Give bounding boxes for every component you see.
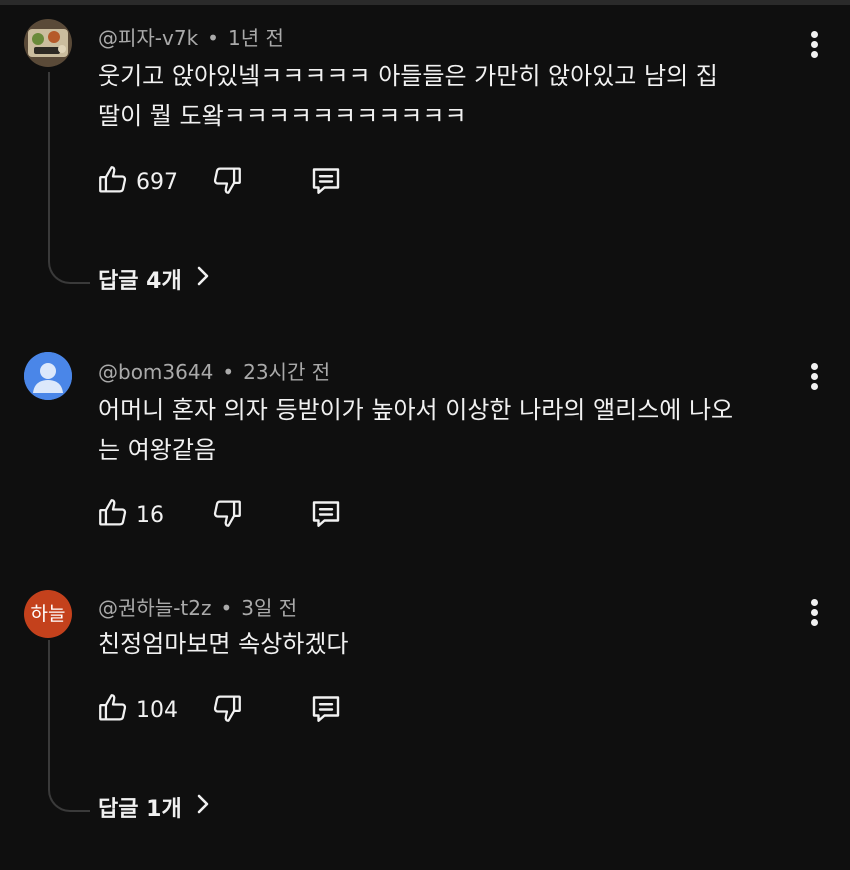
reply-button[interactable] <box>308 162 344 202</box>
more-options-button[interactable] <box>800 22 830 66</box>
dislike-button[interactable] <box>210 495 244 535</box>
more-vert-icon-dot <box>811 373 818 380</box>
comment-text-line: 웃기고 앉아있넼ㅋㅋㅋㅋㅋ 아들들은 가만히 앉아있고 남의 집 <box>98 62 718 90</box>
text-avatar[interactable]: 하늘 <box>24 590 72 638</box>
avatar-text: 하늘 <box>30 603 66 625</box>
chevron-right-icon <box>182 793 210 821</box>
comment-meta: @bom3644 • 23시간 전 <box>98 356 330 385</box>
more-vert-icon-dot <box>811 383 818 390</box>
like-count: 16 <box>136 502 164 528</box>
separator-dot: • <box>220 596 233 620</box>
author-handle[interactable]: @피자-v7k <box>98 26 198 50</box>
timestamp[interactable]: 1년 전 <box>228 26 284 50</box>
more-options-button[interactable] <box>800 590 830 634</box>
comment-text-line: 어머니 혼자 의자 등받이가 높아서 이상한 나라의 앨리스에 나오 <box>98 396 734 424</box>
more-vert-icon-dot <box>811 51 818 58</box>
comment-text-line: 딸이 뭘 도왘ㅋㅋㅋㅋㅋㅋㅋㅋㅋㅋㅋ <box>98 102 467 130</box>
comment-meta: @권하늘-t2z • 3일 전 <box>98 592 297 621</box>
thumbs-down-icon <box>210 691 244 729</box>
separator-dot: • <box>222 360 235 384</box>
thread-line <box>48 72 90 284</box>
reply-button[interactable] <box>308 690 344 730</box>
author-handle[interactable]: @권하늘-t2z <box>98 596 211 620</box>
more-options-button[interactable] <box>800 354 830 398</box>
dislike-button[interactable] <box>210 690 244 730</box>
food-photo-avatar[interactable] <box>24 19 72 67</box>
chevron-right-icon <box>182 265 210 293</box>
comment-text: 어머니 혼자 의자 등받이가 높아서 이상한 나라의 앨리스에 나오 는 여왕같… <box>98 390 798 470</box>
comment-text: 웃기고 앉아있넼ㅋㅋㅋㅋㅋ 아들들은 가만히 앉아있고 남의 집 딸이 뭘 도왘… <box>98 56 798 136</box>
comment-meta: @피자-v7k • 1년 전 <box>98 22 284 51</box>
thread-line <box>48 640 90 812</box>
like-count: 697 <box>136 169 178 195</box>
view-replies-button[interactable]: 답글 4개 <box>98 259 210 299</box>
like-button[interactable]: 16 <box>96 495 164 535</box>
thumbs-up-icon <box>96 496 130 534</box>
thumbs-up-icon <box>96 163 130 201</box>
top-divider <box>0 0 850 5</box>
more-vert-icon <box>811 599 818 606</box>
comment-text-line: 는 여왕같음 <box>98 436 217 464</box>
more-vert-icon-dot <box>811 609 818 616</box>
view-replies-button[interactable]: 답글 1개 <box>98 787 210 827</box>
replies-label: 답글 1개 <box>98 797 182 822</box>
like-count: 104 <box>136 697 178 723</box>
timestamp[interactable]: 3일 전 <box>241 596 297 620</box>
thumbs-down-icon <box>210 163 244 201</box>
timestamp[interactable]: 23시간 전 <box>243 360 330 384</box>
default-person-avatar[interactable] <box>24 352 72 400</box>
reply-icon <box>308 495 344 535</box>
more-vert-icon-dot <box>811 41 818 48</box>
comment-text: 친정엄마보면 속상하겠다 <box>98 624 798 664</box>
thumbs-up-icon <box>96 691 130 729</box>
dislike-button[interactable] <box>210 162 244 202</box>
more-vert-icon <box>811 363 818 370</box>
comments-page: @피자-v7k • 1년 전 웃기고 앉아있넼ㅋㅋㅋㅋㅋ 아들들은 가만히 앉아있고… <box>0 0 850 870</box>
replies-label: 답글 4개 <box>98 269 182 294</box>
like-button[interactable]: 104 <box>96 690 178 730</box>
more-vert-icon-dot <box>811 619 818 626</box>
reply-button[interactable] <box>308 495 344 535</box>
comment-text-line: 친정엄마보면 속상하겠다 <box>98 630 349 658</box>
author-handle[interactable]: @bom3644 <box>98 360 213 384</box>
more-vert-icon <box>811 31 818 38</box>
reply-icon <box>308 690 344 730</box>
like-button[interactable]: 697 <box>96 162 178 202</box>
reply-icon <box>308 162 344 202</box>
thumbs-down-icon <box>210 496 244 534</box>
separator-dot: • <box>207 26 219 50</box>
